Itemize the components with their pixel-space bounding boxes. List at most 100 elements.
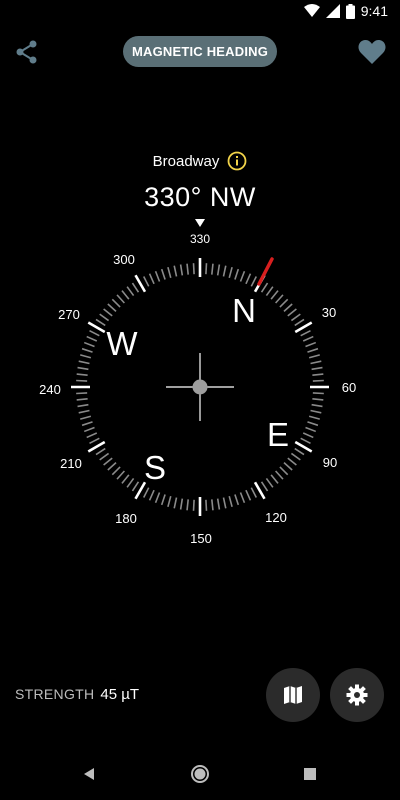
minor-tick — [310, 409, 322, 414]
degree-label-120: 120 — [265, 510, 287, 525]
home-icon[interactable] — [190, 764, 210, 784]
minor-tick — [148, 489, 155, 501]
minor-tick — [111, 298, 121, 308]
minor-tick — [265, 477, 274, 488]
minor-tick — [154, 270, 161, 282]
minor-tick — [121, 290, 130, 300]
cardinal-s: S — [144, 449, 166, 486]
minor-tick — [294, 447, 305, 456]
minor-tick — [312, 373, 324, 376]
minor-tick — [283, 303, 293, 312]
minor-tick — [95, 447, 106, 456]
gear-icon — [346, 684, 368, 706]
minor-tick — [148, 273, 155, 285]
minor-tick — [142, 276, 150, 287]
heading-marker-icon — [195, 219, 205, 227]
minor-tick — [86, 335, 98, 342]
minor-tick — [107, 462, 117, 471]
minor-tick — [234, 494, 240, 506]
cardinal-e: E — [267, 416, 289, 453]
minor-tick — [211, 263, 214, 275]
map-button[interactable] — [266, 668, 320, 722]
minor-tick — [216, 264, 221, 276]
navigation-bar — [0, 748, 400, 800]
minor-tick — [307, 421, 319, 427]
minor-tick — [186, 499, 189, 511]
minor-tick — [287, 308, 297, 317]
minor-tick — [302, 432, 314, 439]
minor-tick — [80, 415, 92, 420]
degree-label-180: 180 — [115, 511, 137, 526]
minor-tick — [76, 379, 88, 382]
minor-tick — [250, 276, 258, 287]
compass-dial[interactable]: 330 30 60 90 120 150 180 210 240 270 300… — [0, 0, 400, 560]
cardinal-n: N — [232, 292, 256, 329]
strength-row: STRENGTH 45 µT — [15, 686, 139, 703]
minor-tick — [95, 318, 106, 327]
minor-tick — [78, 360, 90, 365]
minor-tick — [283, 462, 293, 471]
minor-tick — [192, 263, 195, 275]
minor-tick — [279, 466, 289, 476]
minor-tick — [179, 498, 184, 510]
minor-tick — [186, 263, 189, 275]
minor-tick — [302, 335, 314, 342]
settings-button[interactable] — [330, 668, 384, 722]
minor-tick — [89, 329, 100, 337]
minor-tick — [167, 495, 172, 507]
minor-tick — [305, 341, 317, 348]
minor-tick — [173, 265, 178, 277]
minor-tick — [77, 403, 89, 408]
minor-tick — [275, 294, 284, 304]
minor-tick — [116, 294, 125, 304]
minor-tick — [311, 403, 323, 408]
minor-tick — [142, 487, 150, 498]
degree-label-90: 90 — [323, 455, 337, 470]
minor-tick — [76, 373, 88, 376]
minor-tick — [245, 273, 252, 285]
minor-tick — [222, 265, 227, 277]
minor-tick — [81, 347, 93, 353]
heading-marker-label: 330 — [190, 232, 210, 246]
minor-tick — [80, 354, 92, 359]
map-icon — [284, 686, 302, 704]
minor-tick — [308, 415, 320, 420]
strength-value: 45 µT — [100, 686, 140, 703]
minor-tick — [245, 489, 252, 501]
minor-tick — [300, 329, 311, 337]
minor-tick — [173, 497, 178, 509]
back-icon[interactable] — [82, 766, 96, 782]
cardinal-w: W — [106, 325, 138, 362]
minor-tick — [83, 426, 95, 433]
minor-tick — [260, 481, 269, 492]
minor-tick — [126, 477, 135, 488]
minor-tick — [270, 290, 279, 300]
minor-tick — [294, 318, 305, 327]
minor-tick — [86, 432, 98, 439]
degree-label-150: 150 — [190, 531, 212, 546]
minor-tick — [234, 268, 240, 280]
minor-tick — [310, 360, 322, 365]
minor-tick — [205, 499, 208, 511]
minor-tick — [260, 282, 269, 293]
minor-tick — [107, 303, 117, 312]
north-needle — [257, 257, 274, 286]
minor-tick — [275, 470, 284, 480]
minor-tick — [78, 409, 90, 414]
minor-tick — [239, 270, 246, 282]
minor-tick — [99, 313, 110, 322]
recents-icon[interactable] — [304, 768, 316, 780]
degree-label-30: 30 — [322, 305, 336, 320]
minor-tick — [131, 282, 140, 293]
minor-tick — [111, 466, 121, 476]
minor-tick — [216, 498, 221, 510]
minor-tick — [179, 264, 184, 276]
minor-tick — [83, 341, 95, 348]
degree-label-300: 300 — [113, 252, 135, 267]
minor-tick — [311, 366, 323, 371]
minor-tick — [228, 495, 233, 507]
minor-tick — [160, 268, 166, 280]
minor-tick — [99, 452, 110, 461]
minor-tick — [312, 392, 324, 395]
minor-tick — [126, 286, 135, 297]
